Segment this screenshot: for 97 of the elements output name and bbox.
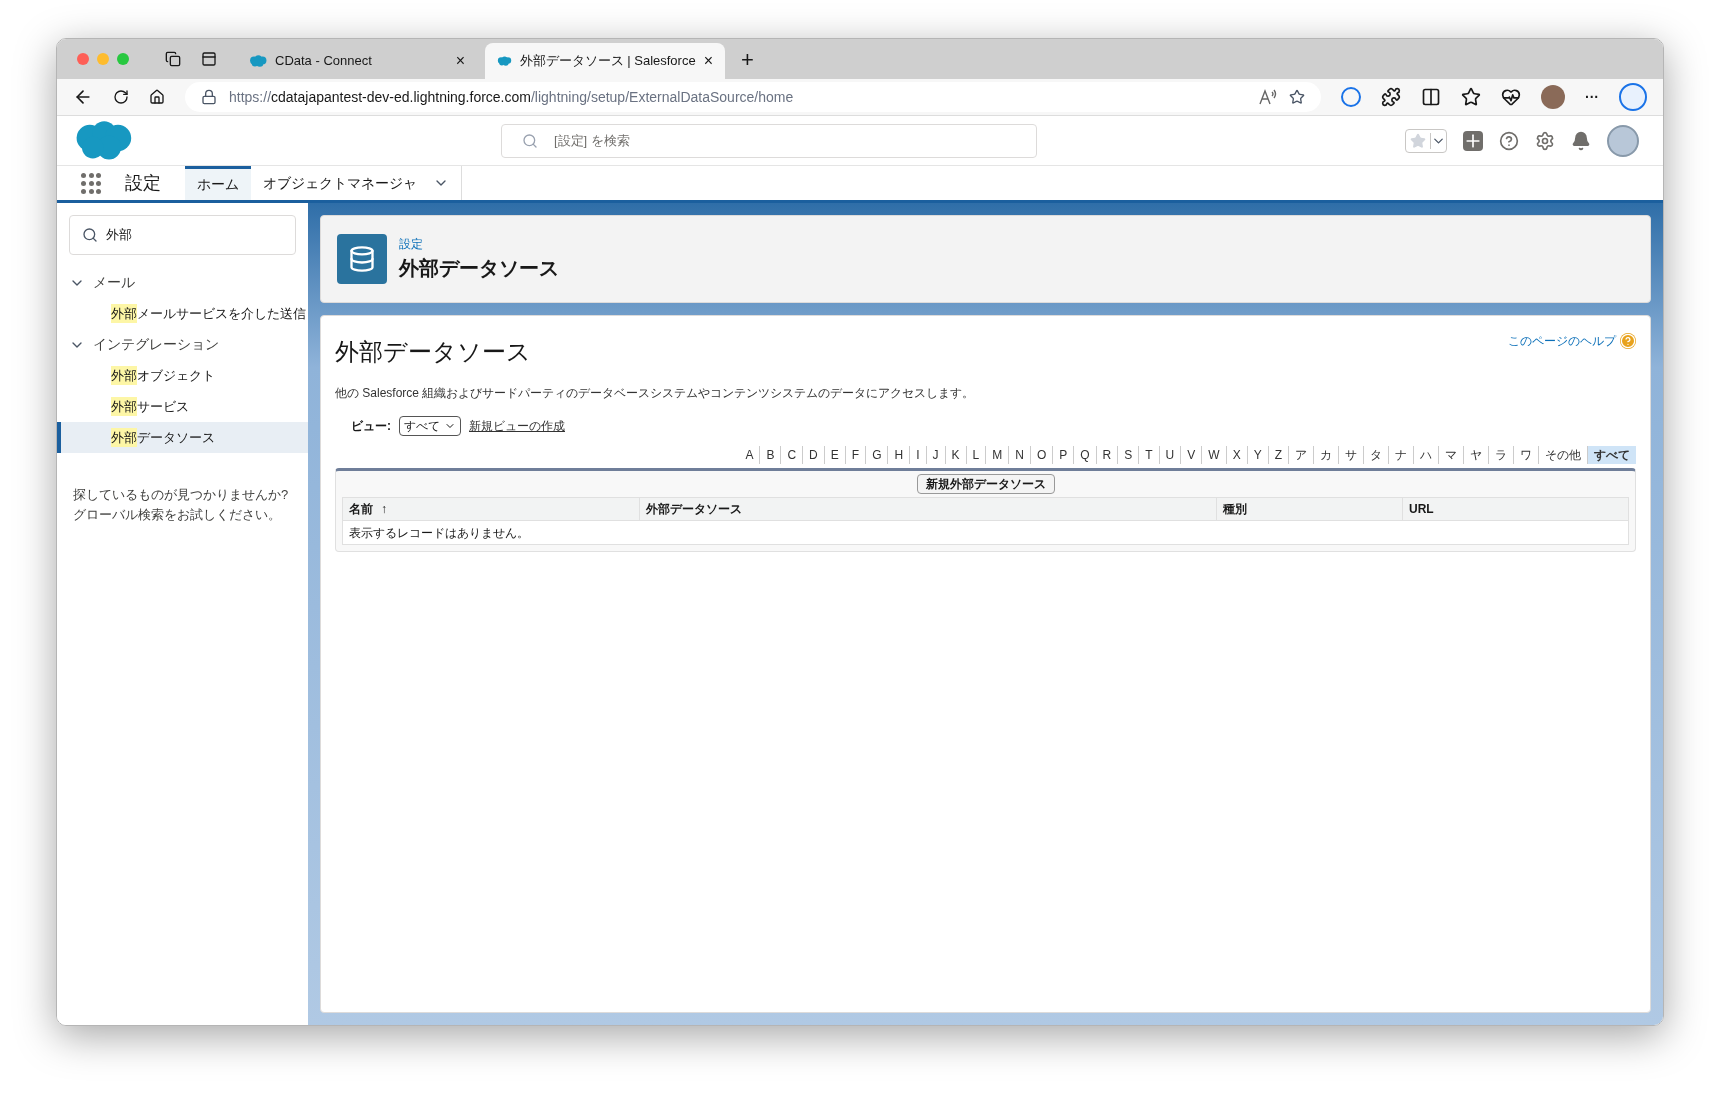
description-text: 他の Salesforce 組織およびサードパーティのデータベースシステムやコンテンツシステムのデータにアクセスします。 [335, 385, 976, 402]
settings-icon[interactable] [1535, 130, 1555, 151]
cloud-icon [497, 54, 512, 68]
breadcrumb-link[interactable]: 設定 [399, 235, 559, 253]
reload-icon[interactable] [113, 89, 129, 105]
letter-filter-link[interactable]: H [887, 446, 910, 464]
browser-tab[interactable]: CData - Connect × [237, 43, 477, 79]
search-icon [82, 227, 98, 243]
letter-filter-link[interactable]: O [1029, 446, 1053, 464]
letter-filter-link[interactable]: K [944, 446, 966, 464]
create-view-link[interactable]: 新規ビューの作成 [469, 417, 565, 435]
setup-search-field[interactable]: [設定] を検索 [501, 123, 1037, 158]
letter-filter-link[interactable]: U [1158, 446, 1181, 464]
sidebar-search-field[interactable]: 外部 [69, 215, 296, 255]
view-label: ビュー: [351, 418, 391, 435]
nav-tab[interactable]: ホーム [185, 166, 251, 200]
cloud-icon [249, 54, 267, 68]
letter-filter-link[interactable]: サ [1338, 446, 1363, 464]
view-select[interactable]: すべて [399, 416, 461, 436]
address-bar[interactable]: https://cdatajapantest-dev-ed.lightning.force.com/lightning/setup/ExternalDataSource/home [185, 82, 1321, 112]
lock-icon [201, 89, 217, 105]
letter-filter-link[interactable]: F [844, 446, 866, 464]
tab-close-button[interactable]: × [703, 49, 713, 73]
letter-filter-link[interactable]: C [780, 446, 803, 464]
sidebar-section[interactable]: インテグレーション [93, 334, 219, 355]
letter-filter-link[interactable]: D [802, 446, 824, 464]
caret-icon [1430, 132, 1446, 149]
column-header[interactable]: URL [1402, 498, 1628, 520]
health-icon[interactable] [1501, 87, 1521, 107]
help-icon[interactable] [1499, 130, 1519, 151]
more-button[interactable]: ··· [1585, 86, 1599, 108]
app-launcher-icon[interactable] [81, 172, 101, 194]
letter-filter-link[interactable]: T [1138, 446, 1159, 464]
letter-filter-link[interactable]: S [1117, 446, 1139, 464]
sidebar-item[interactable]: 外部オブジェクト [57, 360, 308, 391]
new-data-source-button[interactable]: 新規外部データソース [916, 474, 1055, 494]
browser-tab[interactable]: 外部データソース | Salesforce × [485, 43, 725, 79]
letter-filter-link[interactable]: マ [1438, 446, 1463, 464]
tab-title: 外部データソース | Salesforce [519, 52, 696, 71]
profile-avatar[interactable] [1541, 85, 1565, 109]
letter-filter-link[interactable]: カ [1313, 446, 1338, 464]
letter-filter-link[interactable]: L [965, 446, 986, 464]
favorites-icon[interactable] [1461, 87, 1481, 107]
letter-filter-link[interactable]: B [759, 446, 781, 464]
empty-table-message: 表示するレコードはありません。 [349, 524, 529, 542]
letter-filter-link[interactable]: タ [1363, 446, 1388, 464]
letter-filter-link[interactable]: ヤ [1463, 446, 1488, 464]
tab-title: CData - Connect [275, 52, 373, 71]
sidebar-item[interactable]: 外部サービス [57, 391, 308, 422]
star-icon [1410, 132, 1426, 149]
content-title: 外部データソース [335, 337, 531, 367]
letter-filter-link[interactable]: G [865, 446, 888, 464]
letter-filter-link[interactable]: W [1201, 446, 1226, 464]
letter-filter-link[interactable]: M [985, 446, 1009, 464]
page-title: 外部データソース [399, 256, 559, 281]
letter-filter-link[interactable]: ナ [1388, 446, 1413, 464]
sidebar-section[interactable]: メール [93, 272, 135, 293]
sidebar-item[interactable]: 外部メールサービスを介した送信 [57, 298, 308, 329]
letter-filter-link[interactable]: ア [1288, 446, 1313, 464]
letter-filter-link[interactable]: P [1052, 446, 1074, 464]
tab-actions-icon[interactable] [201, 51, 217, 67]
letter-filter-link[interactable]: X [1225, 446, 1247, 464]
letter-filter-link[interactable]: すべて [1587, 446, 1636, 464]
search-icon [522, 132, 538, 149]
letter-filter-link[interactable]: N [1008, 446, 1030, 464]
letter-filter-link[interactable]: I [909, 446, 926, 464]
letter-filter-link[interactable]: ラ [1488, 446, 1513, 464]
letter-filter-link[interactable]: E [823, 446, 845, 464]
home-icon[interactable] [149, 89, 165, 105]
column-header[interactable]: 外部データソース [639, 498, 1216, 520]
notifications-icon[interactable] [1571, 130, 1591, 151]
letter-filter-link[interactable]: J [925, 446, 945, 464]
letter-filter-link[interactable]: Y [1246, 446, 1268, 464]
read-aloud-icon[interactable] [1259, 89, 1277, 105]
tab-close-button[interactable]: × [455, 49, 465, 73]
sidebar-help-text: 探しているものが見つかりませんか? グローバル検索をお試しください。 [72, 486, 290, 524]
database-icon [337, 234, 387, 284]
split-screen-icon[interactable] [1421, 87, 1441, 107]
user-avatar[interactable] [1607, 124, 1639, 157]
app-name: 設定 [125, 171, 161, 195]
column-header[interactable]: 種別 [1216, 498, 1402, 520]
column-header[interactable]: 名前 ↑ [343, 498, 639, 520]
letter-filter-link[interactable]: V [1180, 446, 1202, 464]
nav-tab[interactable]: オブジェクトマネージャ [251, 166, 462, 200]
letter-filter-link[interactable]: Z [1267, 446, 1288, 464]
letter-filter-link[interactable]: ハ [1413, 446, 1438, 464]
letter-filter-link[interactable]: A [739, 446, 760, 464]
letter-filter-link[interactable]: ワ [1513, 446, 1538, 464]
workspaces-icon[interactable] [165, 51, 181, 67]
letter-filter-link[interactable]: Q [1073, 446, 1096, 464]
help-link[interactable]: このページのヘルプ [1508, 332, 1616, 350]
extensions-icon[interactable] [1381, 87, 1401, 107]
favorite-icon[interactable] [1289, 89, 1305, 105]
add-icon[interactable] [1463, 130, 1483, 151]
letter-filter-link[interactable]: R [1095, 446, 1118, 464]
new-tab-button[interactable]: + [733, 42, 762, 76]
sidebar-item[interactable]: 外部データソース [57, 422, 308, 453]
